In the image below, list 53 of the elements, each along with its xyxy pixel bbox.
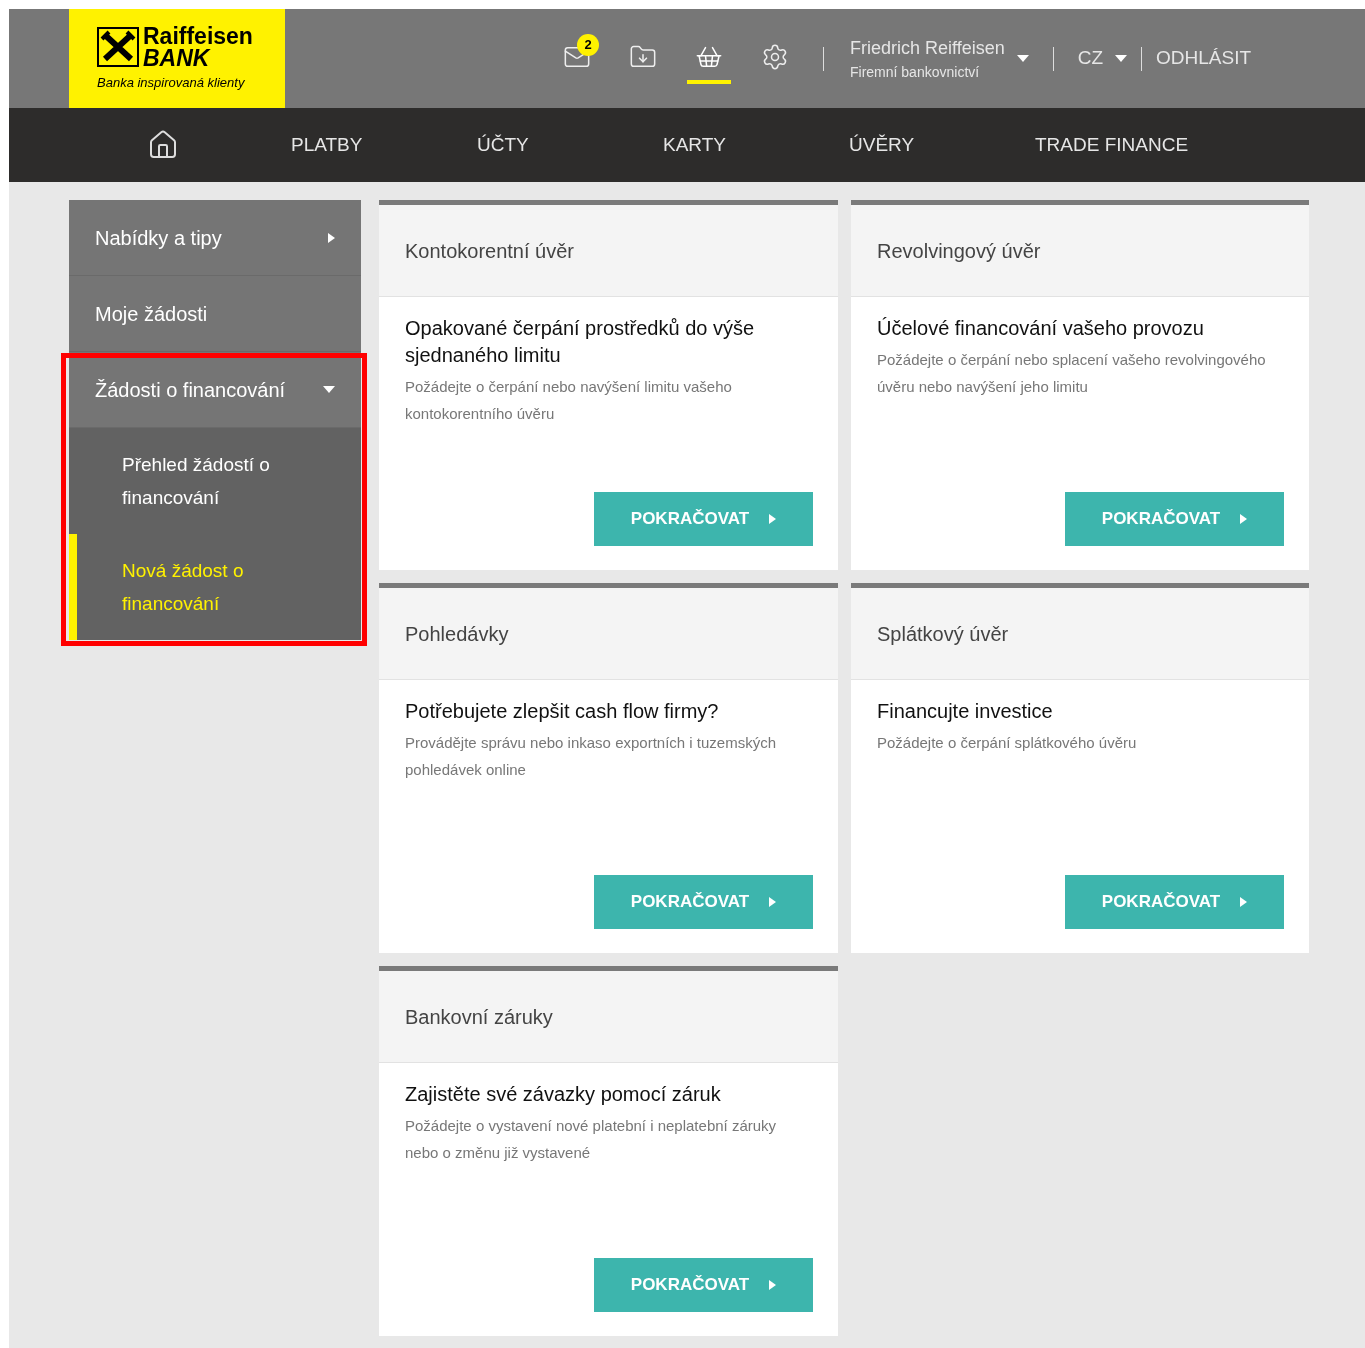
mail-button[interactable]: 2 <box>555 33 599 84</box>
card-description: Požádejte o čerpání nebo navýšení limitu vašeho kontokorentního úvěru <box>405 377 733 424</box>
card-category: Kontokorentní úvěr <box>405 238 574 264</box>
card-category: Bankovní záruky <box>405 1004 553 1030</box>
card-description: Provádějte správu nebo inkaso exportních i tuzemských pohledávek online <box>405 733 778 780</box>
caret-icon <box>1115 55 1128 62</box>
nav-link[interactable]: PLATBY <box>291 130 477 160</box>
crossed-hammers-icon <box>97 26 139 67</box>
logo-bank: BANK <box>143 46 212 69</box>
sidebar-item[interactable]: Moje žádosti <box>69 276 361 352</box>
language-selector[interactable]: CZ <box>1077 44 1128 73</box>
user-menu[interactable]: Friedrich Reiffeisen Firemní bankovnictví <box>850 34 1029 83</box>
continue-button[interactable]: POKRAČOVAT <box>594 1258 813 1312</box>
card-title: Zajistěte své závazky pomocí záruk <box>405 1082 722 1107</box>
sidebar-item[interactable]: Nabídky a tipy <box>69 200 361 276</box>
continue-button[interactable]: POKRAČOVAT <box>1065 875 1284 929</box>
logout-link[interactable]: ODHLÁSIT <box>1156 44 1252 73</box>
caret-icon <box>1240 897 1248 907</box>
caret-icon <box>1016 55 1029 62</box>
card-category: Pohledávky <box>405 621 509 647</box>
account-type-label: Firemní bankovnictví <box>850 62 981 82</box>
card-title: Opakované čerpání prostředků do výše sjednaného limitu <box>405 316 756 368</box>
card-description: Požádejte o čerpání splátkového úvěru <box>877 733 1138 753</box>
notification-badge: 2 <box>577 33 599 56</box>
continue-button[interactable]: POKRAČOVAT <box>594 875 813 929</box>
card-title: Financujte investice <box>877 699 1054 724</box>
card-category: Splátkový úvěr <box>877 621 1009 647</box>
nav-link[interactable]: KARTY <box>663 130 849 160</box>
caret-icon <box>769 897 777 907</box>
logo-name: Raiffeisen <box>143 24 253 47</box>
home-icon <box>147 129 179 161</box>
logo-tagline: Banka inspirovaná klienty <box>97 73 246 92</box>
bank-logo[interactable]: Raiffeisen BANK Banka inspirovaná klienty <box>69 9 285 108</box>
caret-icon <box>769 514 777 524</box>
caret-icon <box>328 232 335 243</box>
nav-link[interactable]: ÚČTY <box>477 130 663 160</box>
nav-link[interactable]: TRADE FINANCE <box>1035 130 1221 160</box>
sidebar-subitem[interactable]: Nová žádost o financování <box>69 534 361 640</box>
caret-icon <box>769 1280 777 1290</box>
sidebar-item[interactable]: Žádosti o financování <box>69 352 361 428</box>
card-title: Účelové financování vašeho provozu <box>877 316 1205 341</box>
nav-link[interactable]: ÚVĚRY <box>849 130 1035 160</box>
continue-button[interactable]: POKRAČOVAT <box>1065 492 1284 546</box>
card-description: Požádejte o vystavení nové platební i neplatební záruky nebo o změnu již vystavené <box>405 1116 778 1163</box>
card-description: Požádejte o čerpání nebo splacení vašeho revolvingového úvěru nebo navýšení jeho limitu <box>877 350 1267 397</box>
caret-icon <box>323 386 335 393</box>
card-category: Revolvingový úvěr <box>877 238 1041 264</box>
user-name: Friedrich Reiffeisen <box>850 36 1005 60</box>
continue-button[interactable]: POKRAČOVAT <box>594 492 813 546</box>
card-title: Potřebujete zlepšit cash flow firmy? <box>405 699 720 724</box>
caret-icon <box>1240 514 1248 524</box>
sidebar-subitem[interactable]: Přehled žádostí o financování <box>69 428 361 534</box>
settings-icon <box>761 42 789 71</box>
